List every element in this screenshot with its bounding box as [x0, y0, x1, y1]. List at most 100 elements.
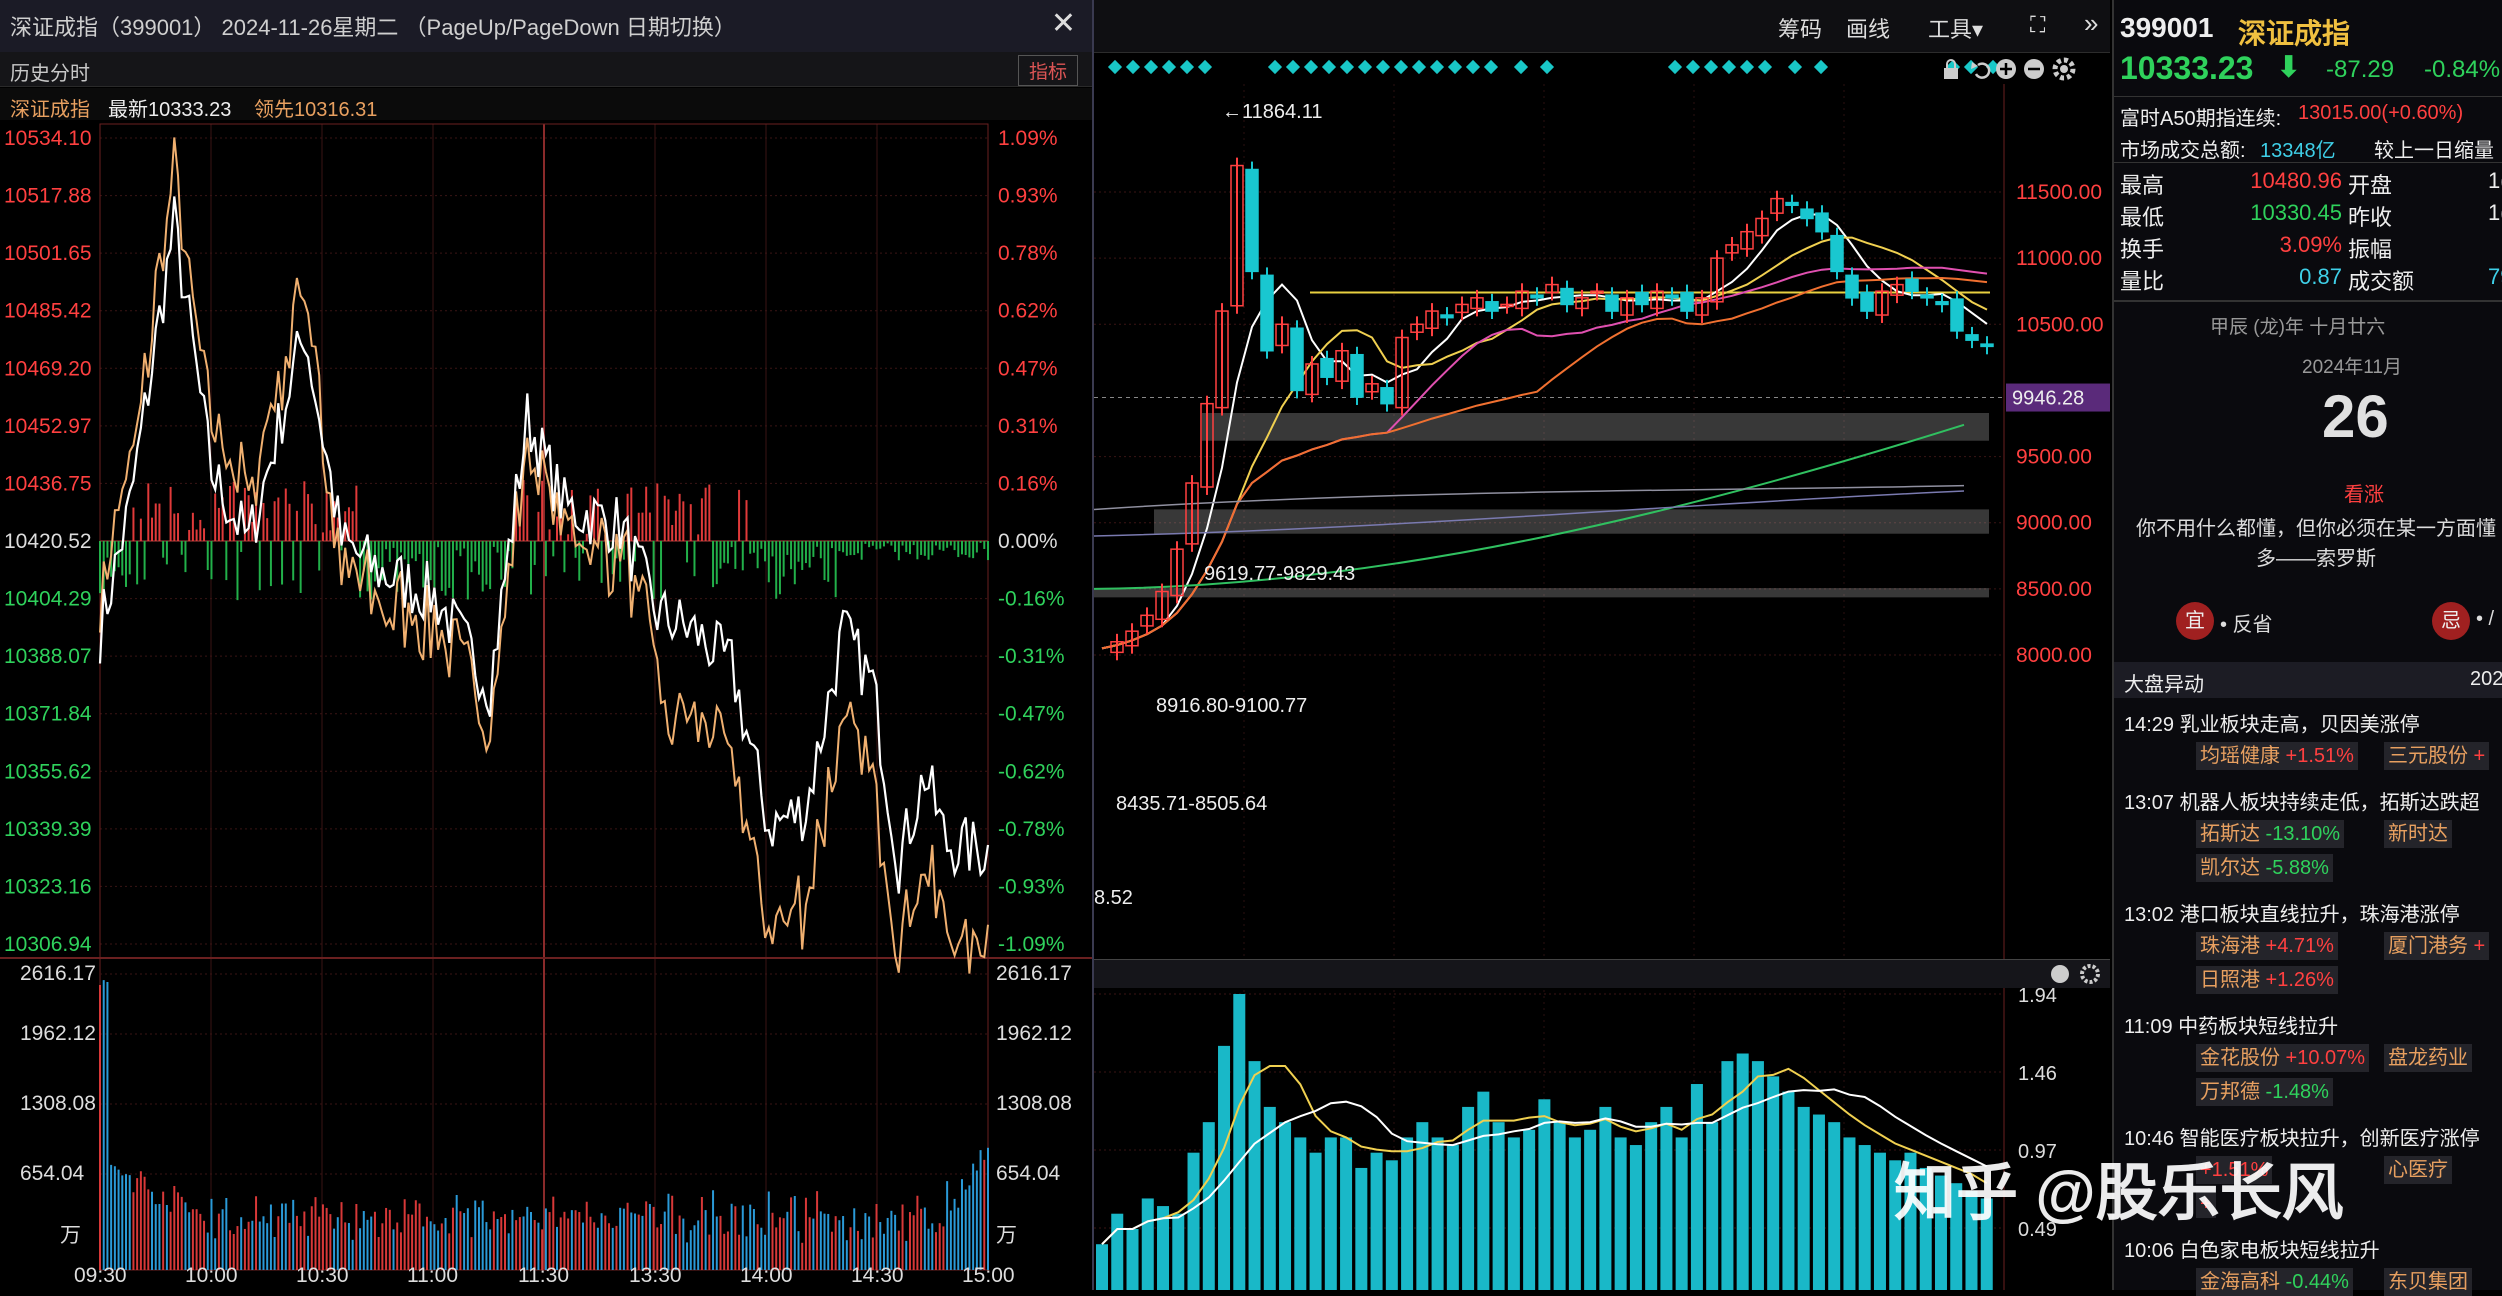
index-title: 深证成指: [2238, 18, 2351, 49]
stock-chip[interactable]: 日照港 +1.26%: [2196, 966, 2338, 994]
candle-down: [1290, 327, 1304, 392]
draw-line-button[interactable]: 画线: [1846, 12, 1890, 44]
candle-down: [1980, 343, 1994, 348]
news-time: 10:06: [2124, 1240, 2180, 1262]
tab-history-intraday[interactable]: 历史分时: [10, 57, 90, 86]
signal-diamond-icon: [1813, 59, 1829, 75]
volume-bar: [1355, 1167, 1368, 1290]
stock-name: 均瑶健康: [2200, 745, 2280, 767]
pct-tick-label: -0.47%: [998, 703, 1065, 726]
stock-name: 新时达: [2388, 823, 2448, 845]
volume-bar: [1218, 1045, 1231, 1290]
lunar-date: 甲辰 (龙)年 十月廿六: [2210, 317, 2386, 338]
tools-menu[interactable]: 工具▾: [1928, 12, 1983, 44]
pct-tick-label: 0.31%: [998, 415, 1058, 438]
volume-tick-label: 万: [60, 1224, 81, 1247]
close-icon[interactable]: ✕: [1051, 6, 1076, 41]
price-tick-label: 10420.52: [4, 530, 92, 553]
stock-chip[interactable]: 东贝集团: [2384, 1268, 2472, 1296]
volume-bar: [1584, 1129, 1597, 1290]
time-tick-label: 14:30: [851, 1264, 904, 1287]
volume-bar: [1873, 1152, 1886, 1290]
calendar-month: 2024年11月: [2302, 357, 2402, 378]
volume-bar: [1279, 1122, 1292, 1290]
pct-tick-label: 0.00%: [998, 530, 1058, 553]
stock-chip[interactable]: 金花股份 +10.07%: [2196, 1044, 2370, 1072]
stock-name: 拓斯达: [2200, 823, 2260, 845]
pct-tick-label: 0.16%: [998, 472, 1058, 495]
pct-tick-label: 1.09%: [998, 127, 1058, 150]
stock-name: 珠海港: [2200, 935, 2260, 957]
volume-tick-label: 1308.08: [20, 1092, 96, 1115]
price-annotation: 9619.77-9829.43: [1204, 563, 1355, 585]
time-tick-label: 10:00: [185, 1264, 238, 1287]
lock-icon[interactable]: [1944, 59, 1958, 79]
signal-diamond-icon: [1303, 59, 1319, 75]
stock-chip[interactable]: 盘龙药业: [2384, 1044, 2472, 1072]
news-header[interactable]: 大盘异动: [2124, 668, 2204, 697]
chip-button[interactable]: 筹码: [1778, 12, 1822, 44]
intraday-chart[interactable]: 10534.10 1.09% 10517.88 0.93% 10501.65 0.78% 1…: [0, 122, 1092, 1290]
zoom-out-icon[interactable]: [2024, 59, 2044, 79]
yi-text: • 反省: [2220, 614, 2273, 636]
time-tick-label: 11:30: [518, 1264, 569, 1287]
price-annotation: 8916.80-9100.77: [1156, 695, 1307, 717]
stock-chip[interactable]: 新时达: [2384, 820, 2452, 848]
stock-chip[interactable]: 拓斯达 -13.10%: [2196, 820, 2345, 848]
news-title: 港口板块直线拉升，珠海港涨停: [2179, 904, 2460, 926]
zoom-in-icon[interactable]: [1996, 59, 2016, 79]
news-time: 13:07: [2124, 792, 2180, 814]
current-price: 10333.23: [2120, 50, 2254, 86]
signal-diamond-icon: [1393, 59, 1409, 75]
signal-diamond-icon: [1285, 59, 1301, 75]
stat-label-2: 振幅: [2348, 237, 2393, 262]
price-tick-label: 10436.75: [4, 472, 92, 495]
volume-tick-label: 1.46: [2018, 1063, 2057, 1085]
undo-icon[interactable]: [1971, 62, 1991, 79]
indicator-button[interactable]: 指标: [1017, 55, 1078, 86]
stock-chip[interactable]: 金海高科 -0.44%: [2196, 1268, 2353, 1296]
volume-tick-label-right: 2616.17: [996, 962, 1072, 985]
signal-diamond-icon: [1357, 59, 1373, 75]
signal-diamond-icon: [1703, 59, 1719, 75]
popup-titlebar[interactable]: 深证成指（399001） 2024-11-26星期二 （PageUp/PageD…: [0, 0, 1092, 53]
settings-icon[interactable]: [2052, 57, 2076, 81]
price-tick-label: 10388.07: [4, 645, 92, 668]
news-item[interactable]: 14:29 乳业板块走高，贝因美涨停: [2124, 708, 2420, 737]
news-item[interactable]: 13:07 机器人板块持续走低，拓斯达跌超: [2124, 786, 2480, 815]
price-tick-label: 10404.29: [4, 588, 92, 611]
volume-bar: [1248, 1061, 1261, 1290]
time-tick-label: 15:00: [962, 1264, 1015, 1287]
stock-chip[interactable]: 厦门港务 +: [2384, 932, 2490, 960]
news-item[interactable]: 11:09 中药板块短线拉升: [2124, 1010, 2338, 1039]
stock-chip[interactable]: 万邦德 -1.48%: [2196, 1078, 2333, 1106]
more-icon[interactable]: »: [2084, 8, 2098, 39]
signal-diamond-icon: [1197, 59, 1213, 75]
volume-bar: [1401, 1137, 1414, 1290]
stock-change: +10.07%: [2280, 1047, 2366, 1069]
pct-tick-label: -1.09%: [998, 933, 1065, 956]
signal-diamond-icon: [1721, 59, 1737, 75]
signal-diamond-icon: [1465, 59, 1481, 75]
stock-name: 金花股份: [2200, 1047, 2280, 1069]
stock-chip[interactable]: 均瑶健康 +1.51%: [2196, 742, 2358, 770]
stat-label-2: 开盘: [2348, 173, 2393, 198]
candle-down: [1965, 334, 1979, 341]
candle-down: [1260, 274, 1274, 352]
kline-chart[interactable]: 11500.00 11000.00 10500.00 9946.28 9500.00 90…: [1094, 84, 2110, 1290]
volume-bar: [1462, 1106, 1475, 1290]
volume-tick-label: 1.94: [2018, 985, 2057, 1007]
fullscreen-icon[interactable]: ⛶: [2030, 12, 2045, 38]
news-item[interactable]: 10:06 白色家电板块短线拉升: [2124, 1234, 2380, 1263]
stock-chip[interactable]: 三元股份 +: [2384, 742, 2490, 770]
volume-bar: [1385, 1160, 1398, 1290]
stock-chip[interactable]: 心医疗: [2384, 1156, 2452, 1184]
news-item[interactable]: 13:02 港口板块直线拉升，珠海港涨停: [2124, 898, 2460, 927]
price-tick-label: 10469.20: [4, 357, 92, 380]
volume-bar: [1614, 1137, 1627, 1290]
intraday-popup-window[interactable]: 深证成指（399001） 2024-11-26星期二 （PageUp/PageD…: [0, 0, 1094, 1290]
stock-chip[interactable]: 珠海港 +4.71%: [2196, 932, 2338, 960]
time-tick-label: 09:30: [74, 1264, 127, 1287]
stock-chip[interactable]: 凯尔达 -5.88%: [2196, 854, 2333, 882]
candle-down: [1800, 208, 1814, 220]
